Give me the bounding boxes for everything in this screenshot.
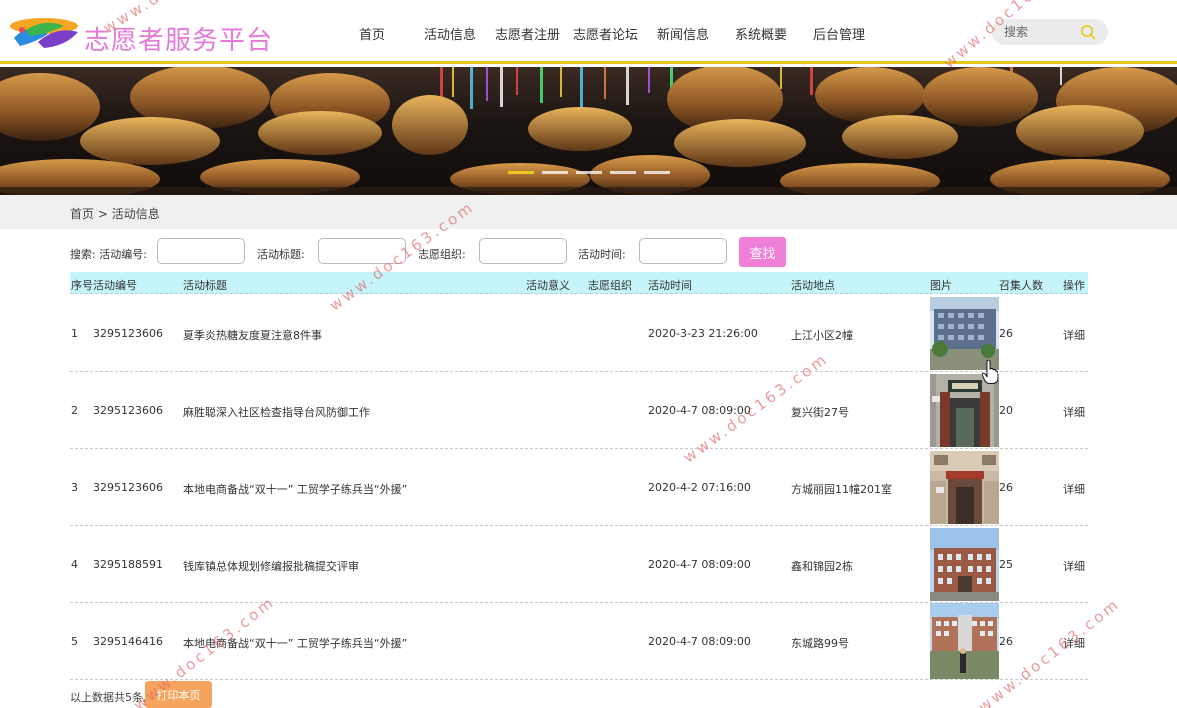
activity-title-input[interactable] — [318, 238, 406, 264]
time-label: 活动时间: — [578, 248, 626, 261]
record-summary: 以上数据共5条, — [70, 691, 147, 704]
row-activity-no: 3295188591 — [93, 558, 163, 571]
table-row: 3 3295123606 本地电商备战“双十一” 工贸学子练兵当“外援” 202… — [70, 449, 1088, 526]
title-label: 活动标题: — [257, 248, 305, 261]
nav-item-activities[interactable]: 活动信息 — [424, 24, 476, 43]
row-index: 3 — [71, 481, 78, 494]
row-place: 鑫和锦园2栋 — [791, 560, 853, 573]
table-row: 1 3295123606 夏季炎热糖友度夏注意8件事 2020-3-23 21:… — [70, 295, 1088, 372]
row-count: 26 — [999, 481, 1013, 494]
nav-item-admin[interactable]: 后台管理 — [813, 24, 865, 43]
campus-photo — [930, 603, 999, 679]
col-photo: 图片 — [930, 279, 952, 292]
logo-icon — [10, 18, 78, 48]
row-title: 夏季炎热糖友度夏注意8件事 — [183, 329, 322, 342]
row-title: 麻胜聪深入社区检查指导台风防御工作 — [183, 406, 370, 419]
row-count: 26 — [999, 635, 1013, 648]
carousel-dot-1[interactable] — [508, 171, 534, 174]
row-activity-no: 3295146416 — [93, 635, 163, 648]
brand-name[interactable]: 志愿者服务平台 — [84, 20, 273, 57]
col-index: 序号 — [71, 279, 93, 292]
breadcrumb: 首页 > 活动信息 — [70, 205, 160, 222]
org-input[interactable] — [479, 238, 567, 264]
row-time: 2020-4-7 08:09:00 — [648, 558, 751, 571]
row-activity-no: 3295123606 — [93, 404, 163, 417]
row-detail-link[interactable]: 详细 — [1063, 558, 1085, 574]
search-icon[interactable] — [1080, 24, 1096, 40]
nav-item-home[interactable]: 首页 — [359, 24, 385, 43]
row-time: 2020-4-7 08:09:00 — [648, 635, 751, 648]
breadcrumb-home[interactable]: 首页 — [70, 207, 94, 221]
search-input[interactable] — [1004, 23, 1074, 41]
time-input[interactable] — [639, 238, 727, 264]
entrance-photo — [930, 451, 999, 524]
row-title: 本地电商备战“双十一” 工贸学子练兵当“外援” — [183, 637, 408, 650]
row-time: 2020-4-7 08:09:00 — [648, 404, 751, 417]
col-count: 召集人数 — [999, 279, 1043, 292]
col-time: 活动时间 — [648, 279, 692, 292]
row-detail-link[interactable]: 详细 — [1063, 481, 1085, 497]
nav-item-register[interactable]: 志愿者注册 — [495, 24, 560, 43]
row-place: 东城路99号 — [791, 637, 849, 650]
row-count: 25 — [999, 558, 1013, 571]
row-place: 方城丽园11幢201室 — [791, 483, 892, 496]
col-title: 活动标题 — [183, 279, 227, 292]
banner-image — [0, 67, 1177, 195]
col-action: 操作 — [1063, 279, 1085, 292]
row-index: 5 — [71, 635, 78, 648]
row-activity-no: 3295123606 — [93, 327, 163, 340]
nav-item-overview[interactable]: 系统概要 — [735, 24, 787, 43]
row-time: 2020-4-2 07:16:00 — [648, 481, 751, 494]
col-org: 志愿组织 — [588, 279, 632, 292]
row-activity-no: 3295123606 — [93, 481, 163, 494]
breadcrumb-separator: > — [97, 207, 108, 221]
filter-prefix-label: 搜索: 活动编号: — [70, 248, 147, 261]
row-count: 26 — [999, 327, 1013, 340]
hand-cursor-icon — [982, 360, 998, 384]
col-place: 活动地点 — [791, 279, 835, 292]
print-button[interactable]: 打印本页 — [145, 681, 212, 708]
carousel-dot-5[interactable] — [644, 171, 670, 174]
row-index: 1 — [71, 327, 78, 340]
row-detail-link[interactable]: 详细 — [1063, 404, 1085, 420]
table-row: 4 3295188591 钱库镇总体规划修编报批稿提交评审 2020-4-7 0… — [70, 526, 1088, 603]
col-meaning: 活动意义 — [526, 279, 570, 292]
col-activity-no: 活动编号 — [93, 279, 137, 292]
row-title: 钱库镇总体规划修编报批稿提交评审 — [183, 560, 359, 573]
row-place: 复兴街27号 — [791, 406, 849, 419]
gate-photo — [930, 374, 999, 447]
row-detail-link[interactable]: 详细 — [1063, 327, 1085, 343]
carousel-dot-4[interactable] — [610, 171, 636, 174]
table-row: 5 3295146416 本地电商备战“双十一” 工贸学子练兵当“外援” 202… — [70, 603, 1088, 680]
table-header: 序号 活动编号 活动标题 活动意义 志愿组织 活动时间 活动地点 图片 召集人数… — [70, 272, 1088, 294]
row-index: 4 — [71, 558, 78, 571]
row-title: 本地电商备战“双十一” 工贸学子练兵当“外援” — [183, 483, 408, 496]
breadcrumb-bar: 首页 > 活动信息 — [0, 195, 1177, 229]
row-count: 20 — [999, 404, 1013, 417]
search-box — [992, 19, 1108, 45]
carousel-dot-2[interactable] — [542, 171, 568, 174]
nav-item-news[interactable]: 新闻信息 — [657, 24, 709, 43]
org-label: 志愿组织: — [418, 248, 466, 261]
row-time: 2020-3-23 21:26:00 — [648, 327, 758, 340]
row-index: 2 — [71, 404, 78, 417]
row-detail-link[interactable]: 详细 — [1063, 635, 1085, 651]
carousel-dot-3[interactable] — [576, 171, 602, 174]
table-row: 2 3295123606 麻胜聪深入社区检查指导台风防御工作 2020-4-7 … — [70, 372, 1088, 449]
nav-item-forum[interactable]: 志愿者论坛 — [573, 24, 638, 43]
top-header: 志愿者服务平台 首页 活动信息 志愿者注册 志愿者论坛 新闻信息 系统概要 后台… — [0, 0, 1177, 64]
find-button[interactable]: 查找 — [739, 237, 786, 267]
breadcrumb-current: 活动信息 — [111, 207, 160, 221]
office-photo — [930, 528, 999, 601]
activity-no-input[interactable] — [157, 238, 245, 264]
row-place: 上江小区2幢 — [791, 329, 853, 342]
banner-carousel[interactable] — [0, 67, 1177, 195]
